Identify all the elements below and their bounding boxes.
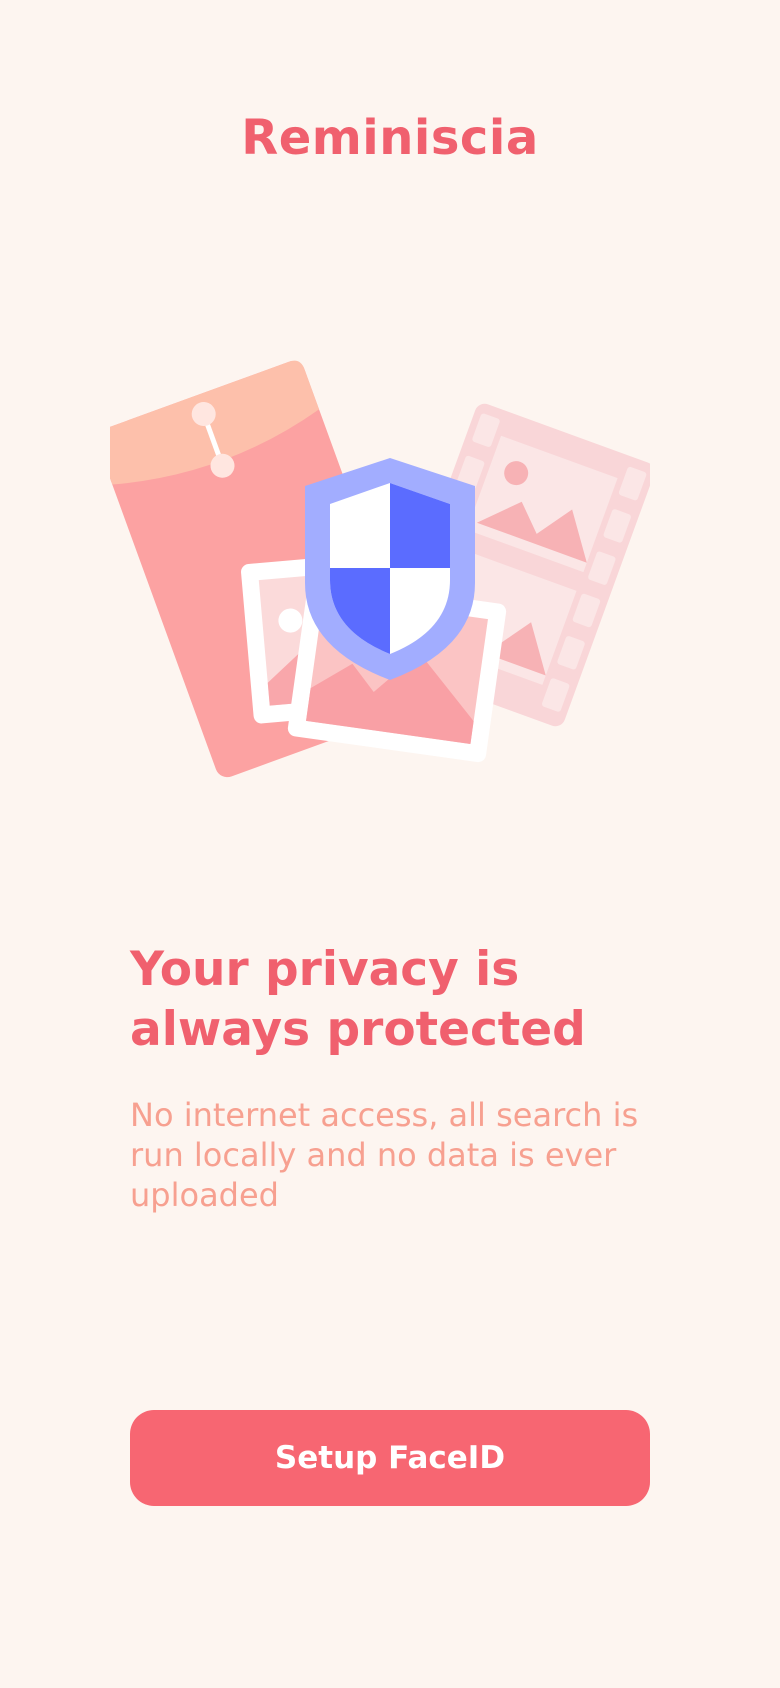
- headline: Your privacy is always protected: [130, 940, 690, 1060]
- headline-line-1: Your privacy is: [130, 942, 520, 997]
- app-title: Reminiscia: [241, 110, 539, 166]
- setup-faceid-button[interactable]: Setup FaceID: [130, 1410, 650, 1506]
- privacy-illustration: [110, 360, 650, 778]
- headline-line-2: always protected: [130, 1002, 586, 1057]
- privacy-description: No internet access, all search is run lo…: [130, 1096, 639, 1214]
